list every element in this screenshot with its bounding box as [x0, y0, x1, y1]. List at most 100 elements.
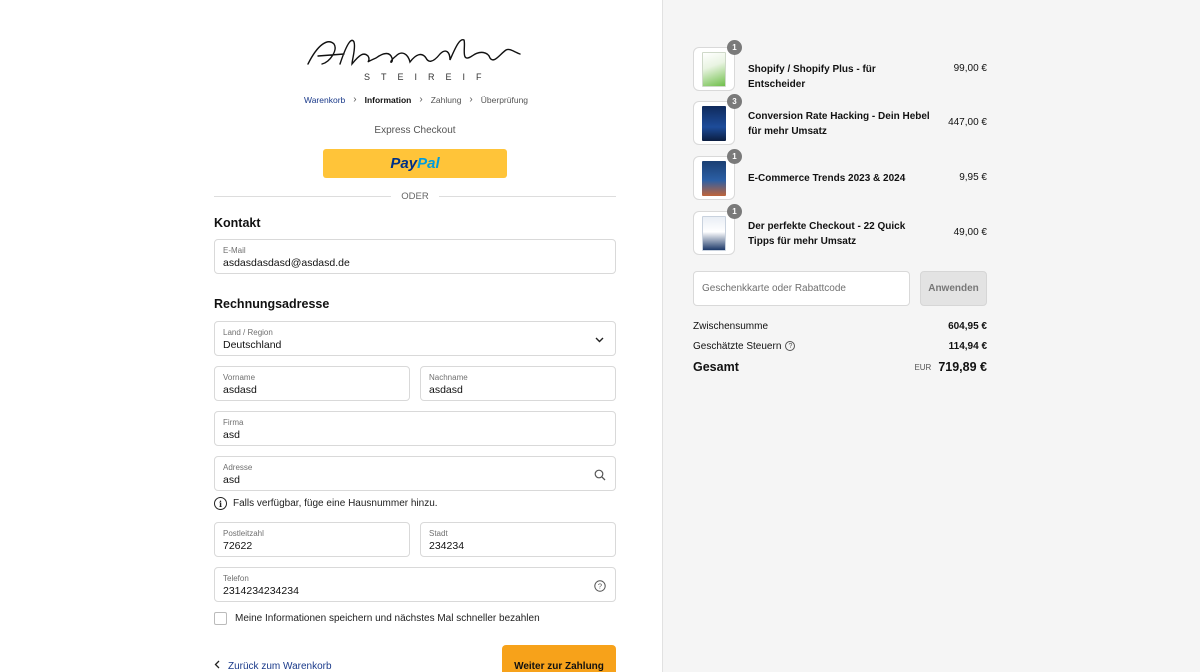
phone-value: 2314234234234: [223, 585, 299, 597]
tax-value: 114,94 €: [948, 341, 987, 352]
info-icon: i: [214, 497, 227, 510]
zip-label: Postleitzahl: [223, 529, 264, 538]
product-price: 49,00 €: [953, 227, 987, 238]
breadcrumb-information: Information: [364, 94, 412, 105]
first-name-label: Vorname: [223, 373, 256, 382]
continue-to-payment-button[interactable]: Weiter zur Zahlung: [502, 645, 616, 672]
book-cover-graphic: [702, 216, 726, 251]
product-price: 9,95 €: [959, 172, 987, 183]
remember-me-row[interactable]: Meine Informationen speichern und nächst…: [214, 612, 540, 625]
address-hint: i Falls verfügbar, füge eine Hausnummer …: [214, 497, 438, 510]
country-select[interactable]: Land / Region Deutschland: [214, 321, 616, 356]
breadcrumb-payment: Zahlung: [430, 94, 462, 105]
product-thumbnail: [693, 211, 735, 255]
signature-logo-graphic: [307, 39, 521, 66]
company-value: asd: [223, 429, 240, 441]
city-value: 234234: [429, 540, 465, 552]
email-label: E-Mail: [223, 246, 246, 255]
book-cover-graphic: [702, 52, 726, 87]
cart-item: 3 Conversion Rate Hacking - Dein Hebel f…: [693, 94, 987, 147]
chevron-left-icon: [214, 660, 220, 672]
contact-title: Kontakt: [214, 216, 261, 230]
divider-line: [214, 195, 392, 197]
product-price: 447,00 €: [948, 117, 987, 128]
first-name-value: asdasd: [223, 384, 257, 396]
total-label: Gesamt: [693, 360, 739, 374]
address-field[interactable]: Adresse asd: [214, 456, 616, 491]
product-price: 99,00 €: [953, 63, 987, 74]
search-icon[interactable]: [593, 468, 606, 481]
remember-me-checkbox[interactable]: [214, 612, 227, 625]
total-currency: EUR: [914, 362, 932, 372]
book-cover-graphic: [702, 106, 726, 141]
product-thumbnail: [693, 156, 735, 200]
remember-me-label: Meine Informationen speichern und nächst…: [235, 613, 540, 624]
subtotal-row: Zwischensumme 604,95 €: [693, 321, 987, 332]
phone-label: Telefon: [223, 574, 249, 583]
subtotal-value: 604,95 €: [948, 321, 987, 332]
phone-field[interactable]: Telefon 2314234234234 ?: [214, 567, 616, 602]
help-icon[interactable]: ?: [785, 341, 796, 352]
quantity-badge: 1: [727, 149, 742, 164]
email-field[interactable]: E-Mail asdasdasdasd@asdasd.de: [214, 239, 616, 274]
last-name-value: asdasd: [429, 384, 463, 396]
or-divider-label: ODER: [401, 190, 429, 202]
breadcrumb: Warenkorb › Information › Zahlung › Über…: [304, 94, 528, 105]
breadcrumb-cart[interactable]: Warenkorb: [304, 95, 345, 105]
paypal-button[interactable]: Pay Pal: [323, 149, 507, 178]
billing-address-title: Rechnungsadresse: [214, 297, 330, 311]
chevron-right-icon: ›: [419, 94, 423, 105]
paypal-logo-part1: Pay: [390, 155, 418, 172]
country-value: Deutschland: [223, 339, 282, 351]
first-name-field[interactable]: Vorname asdasd: [214, 366, 410, 401]
tax-label: Geschätzte Steuern: [693, 341, 782, 352]
email-value: asdasdasdasd@asdasd.de: [223, 257, 350, 269]
paypal-logo-part2: Pal: [417, 155, 440, 172]
back-to-cart-link[interactable]: Zurück zum Warenkorb: [214, 660, 332, 672]
cart-item: 1 Der perfekte Checkout - 22 Quick Tipps…: [693, 204, 987, 257]
zip-value: 72622: [223, 540, 253, 552]
country-label: Land / Region: [223, 328, 273, 337]
brand-logo[interactable]: STEIREIF: [300, 34, 526, 86]
subtotal-label: Zwischensumme: [693, 321, 769, 332]
product-name: Conversion Rate Hacking - Dein Hebel für…: [748, 111, 930, 137]
product-thumbnail: [693, 47, 735, 91]
express-checkout-label: Express Checkout: [374, 125, 456, 136]
cart-item: 1 E-Commerce Trends 2023 & 2024 9,95 €: [693, 149, 987, 202]
address-value: asd: [223, 474, 240, 486]
address-hint-text: Falls verfügbar, füge eine Hausnummer hi…: [233, 498, 438, 509]
quantity-badge: 3: [727, 94, 742, 109]
chevron-right-icon: ›: [353, 94, 357, 105]
company-field[interactable]: Firma asd: [214, 411, 616, 446]
last-name-field[interactable]: Nachname asdasd: [420, 366, 616, 401]
cart-item: 1 Shopify / Shopify Plus - für Entscheid…: [693, 40, 987, 93]
product-thumbnail: [693, 101, 735, 145]
brand-subtitle: STEIREIF: [364, 72, 493, 82]
svg-text:?: ?: [597, 581, 601, 590]
zip-field[interactable]: Postleitzahl 72622: [214, 522, 410, 557]
book-cover-graphic: [702, 161, 726, 196]
quantity-badge: 1: [727, 204, 742, 219]
total-value: 719,89 €: [938, 360, 987, 374]
product-name: E-Commerce Trends 2023 & 2024: [748, 173, 906, 184]
help-icon[interactable]: ?: [593, 579, 606, 592]
city-label: Stadt: [429, 529, 448, 538]
product-name: Der perfekte Checkout - 22 Quick Tipps f…: [748, 221, 906, 247]
product-name: Shopify / Shopify Plus - für Entscheider: [748, 64, 876, 90]
chevron-down-icon: [593, 333, 606, 346]
address-label: Adresse: [223, 463, 253, 472]
city-field[interactable]: Stadt 234234: [420, 522, 616, 557]
tax-row: Geschätzte Steuern? 114,94 €: [693, 341, 987, 352]
or-divider: ODER: [214, 190, 617, 202]
breadcrumb-review: Überprüfung: [480, 94, 529, 105]
discount-code-input[interactable]: Geschenkkarte oder Rabattcode: [693, 271, 910, 306]
total-row: Gesamt EUR 719,89 €: [693, 360, 987, 374]
quantity-badge: 1: [727, 40, 742, 55]
chevron-right-icon: ›: [469, 94, 473, 105]
last-name-label: Nachname: [429, 373, 468, 382]
company-label: Firma: [223, 418, 244, 427]
divider-line: [438, 195, 617, 197]
back-to-cart-label: Zurück zum Warenkorb: [228, 660, 332, 672]
discount-code-placeholder: Geschenkkarte oder Rabattcode: [702, 283, 846, 294]
apply-discount-button[interactable]: Anwenden: [920, 271, 987, 306]
